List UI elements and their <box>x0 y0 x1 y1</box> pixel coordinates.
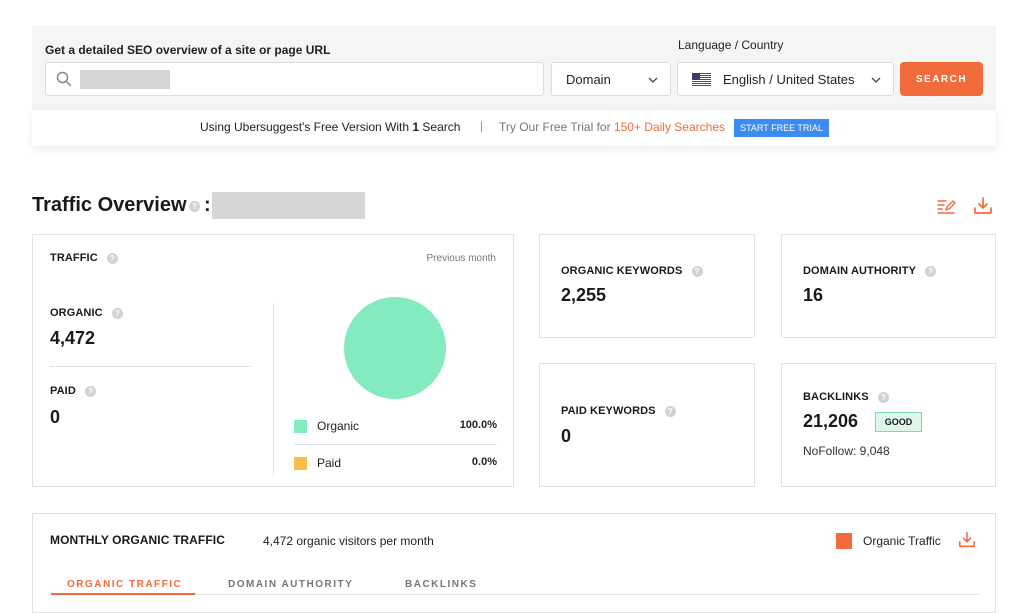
divider <box>50 366 251 367</box>
domain-authority-value: 16 <box>803 285 824 305</box>
nofollow-count: NoFollow: 9,048 <box>803 444 890 458</box>
backlinks-label: BACKLINKS ? <box>803 391 889 403</box>
help-icon[interactable]: ? <box>111 307 123 319</box>
backlinks-value: 21,206 <box>803 411 859 431</box>
legend-name: Paid <box>317 456 342 470</box>
organic-keywords-label-text: ORGANIC KEYWORDS <box>561 265 683 277</box>
paid-label-text: PAID <box>50 385 76 397</box>
tab-backlinks[interactable]: BACKLINKS <box>405 579 477 590</box>
traffic-card: TRAFFIC ? Previous month ORGANIC ? 4,472… <box>32 234 514 487</box>
help-icon[interactable]: ? <box>106 252 118 264</box>
search-label: Get a detailed SEO overview of a site or… <box>45 43 331 57</box>
monthly-organic-traffic-card: MONTHLY ORGANIC TRAFFIC 4,472 organic vi… <box>32 513 996 613</box>
start-free-trial-button[interactable]: START FREE TRIAL <box>734 119 829 137</box>
status-badge: GOOD <box>875 412 922 432</box>
traffic-label-text: TRAFFIC <box>50 252 98 264</box>
legend-percent: 0.0% <box>471 456 497 468</box>
backlinks-card: BACKLINKS ? 21,206 GOOD NoFollow: 9,048 <box>781 363 996 487</box>
monthly-title: MONTHLY ORGANIC TRAFFIC <box>50 533 225 547</box>
legend-percent: 100.0% <box>459 419 497 431</box>
organic-label-text: ORGANIC <box>50 307 103 319</box>
paid-keywords-label: PAID KEYWORDS ? <box>561 405 676 417</box>
search-panel: Get a detailed SEO overview of a site or… <box>32 26 996 110</box>
help-icon[interactable]: ? <box>85 385 97 397</box>
download-icon[interactable] <box>973 196 993 216</box>
search-icon <box>56 71 72 87</box>
organic-keywords-value: 2,255 <box>561 285 607 305</box>
help-icon[interactable]: ? <box>924 265 936 277</box>
free-version-prefix: Using Ubersuggest's Free Version With <box>200 120 410 134</box>
paid-keywords-value: 0 <box>561 426 572 446</box>
period-label: Previous month <box>426 253 496 264</box>
download-icon[interactable] <box>958 531 976 549</box>
trial-highlight: 150+ Daily Searches <box>613 120 725 134</box>
traffic-pie-chart <box>344 297 446 399</box>
organic-value: 4,472 <box>50 328 96 348</box>
paid-label: PAID ? <box>50 385 97 397</box>
free-version-text: Using Ubersuggest's Free Version With 1 … <box>200 120 460 134</box>
paid-value: 0 <box>50 407 61 427</box>
monthly-subtitle: 4,472 organic visitors per month <box>263 534 434 548</box>
search-button[interactable]: SEARCH <box>900 62 983 96</box>
help-icon[interactable]: ? <box>691 265 703 277</box>
help-icon[interactable]: ? <box>189 201 200 212</box>
tab-domain-authority[interactable]: DOMAIN AUTHORITY <box>228 579 353 590</box>
chevron-down-icon <box>871 77 881 83</box>
redacted-domain <box>212 192 365 219</box>
organic-label: ORGANIC ? <box>50 307 123 319</box>
help-icon[interactable]: ? <box>664 405 676 417</box>
domain-authority-label: DOMAIN AUTHORITY ? <box>803 265 936 277</box>
search-input[interactable] <box>45 62 544 96</box>
traffic-label: TRAFFIC ? <box>50 252 118 264</box>
tab-organic-traffic[interactable]: ORGANIC TRAFFIC <box>67 579 182 590</box>
promo-bar: Using Ubersuggest's Free Version With 1 … <box>32 110 996 146</box>
language-select-value: English / United States <box>723 72 855 87</box>
pie-slice-organic <box>344 297 446 399</box>
paid-keywords-label-text: PAID KEYWORDS <box>561 405 656 417</box>
search-count: 1 <box>412 120 420 134</box>
trial-text: Try Our Free Trial for 150+ Daily Search… <box>499 120 725 134</box>
legend-name: Organic <box>317 419 360 433</box>
language-label: Language / Country <box>678 38 784 52</box>
language-select[interactable]: English / United States <box>677 62 894 96</box>
trial-prefix: Try Our Free Trial for <box>499 120 611 134</box>
promo-separator: | <box>480 119 484 133</box>
divider <box>294 444 497 445</box>
organic-keywords-card: ORGANIC KEYWORDS ? 2,255 <box>539 234 755 338</box>
us-flag-icon <box>692 73 711 86</box>
domain-authority-label-text: DOMAIN AUTHORITY <box>803 265 916 277</box>
organic-swatch <box>294 420 307 433</box>
redacted-url <box>80 70 170 89</box>
edit-report-icon[interactable] <box>936 197 956 215</box>
paid-swatch <box>294 457 307 470</box>
paid-keywords-card: PAID KEYWORDS ? 0 <box>539 363 755 487</box>
domain-authority-card: DOMAIN AUTHORITY ? 16 <box>781 234 996 338</box>
page-title: Traffic Overview <box>32 194 187 216</box>
organic-traffic-legend: Organic Traffic <box>863 534 941 548</box>
organic-traffic-swatch <box>836 533 852 549</box>
backlinks-label-text: BACKLINKS <box>803 391 869 403</box>
help-icon[interactable]: ? <box>877 391 889 403</box>
active-tab-indicator <box>51 593 195 595</box>
divider <box>273 303 274 475</box>
title-colon: : <box>204 194 211 216</box>
free-version-suffix: Search <box>422 120 461 134</box>
domain-select[interactable]: Domain <box>551 62 671 96</box>
chevron-down-icon <box>648 77 658 83</box>
domain-select-value: Domain <box>566 72 611 87</box>
organic-keywords-label: ORGANIC KEYWORDS ? <box>561 265 703 277</box>
